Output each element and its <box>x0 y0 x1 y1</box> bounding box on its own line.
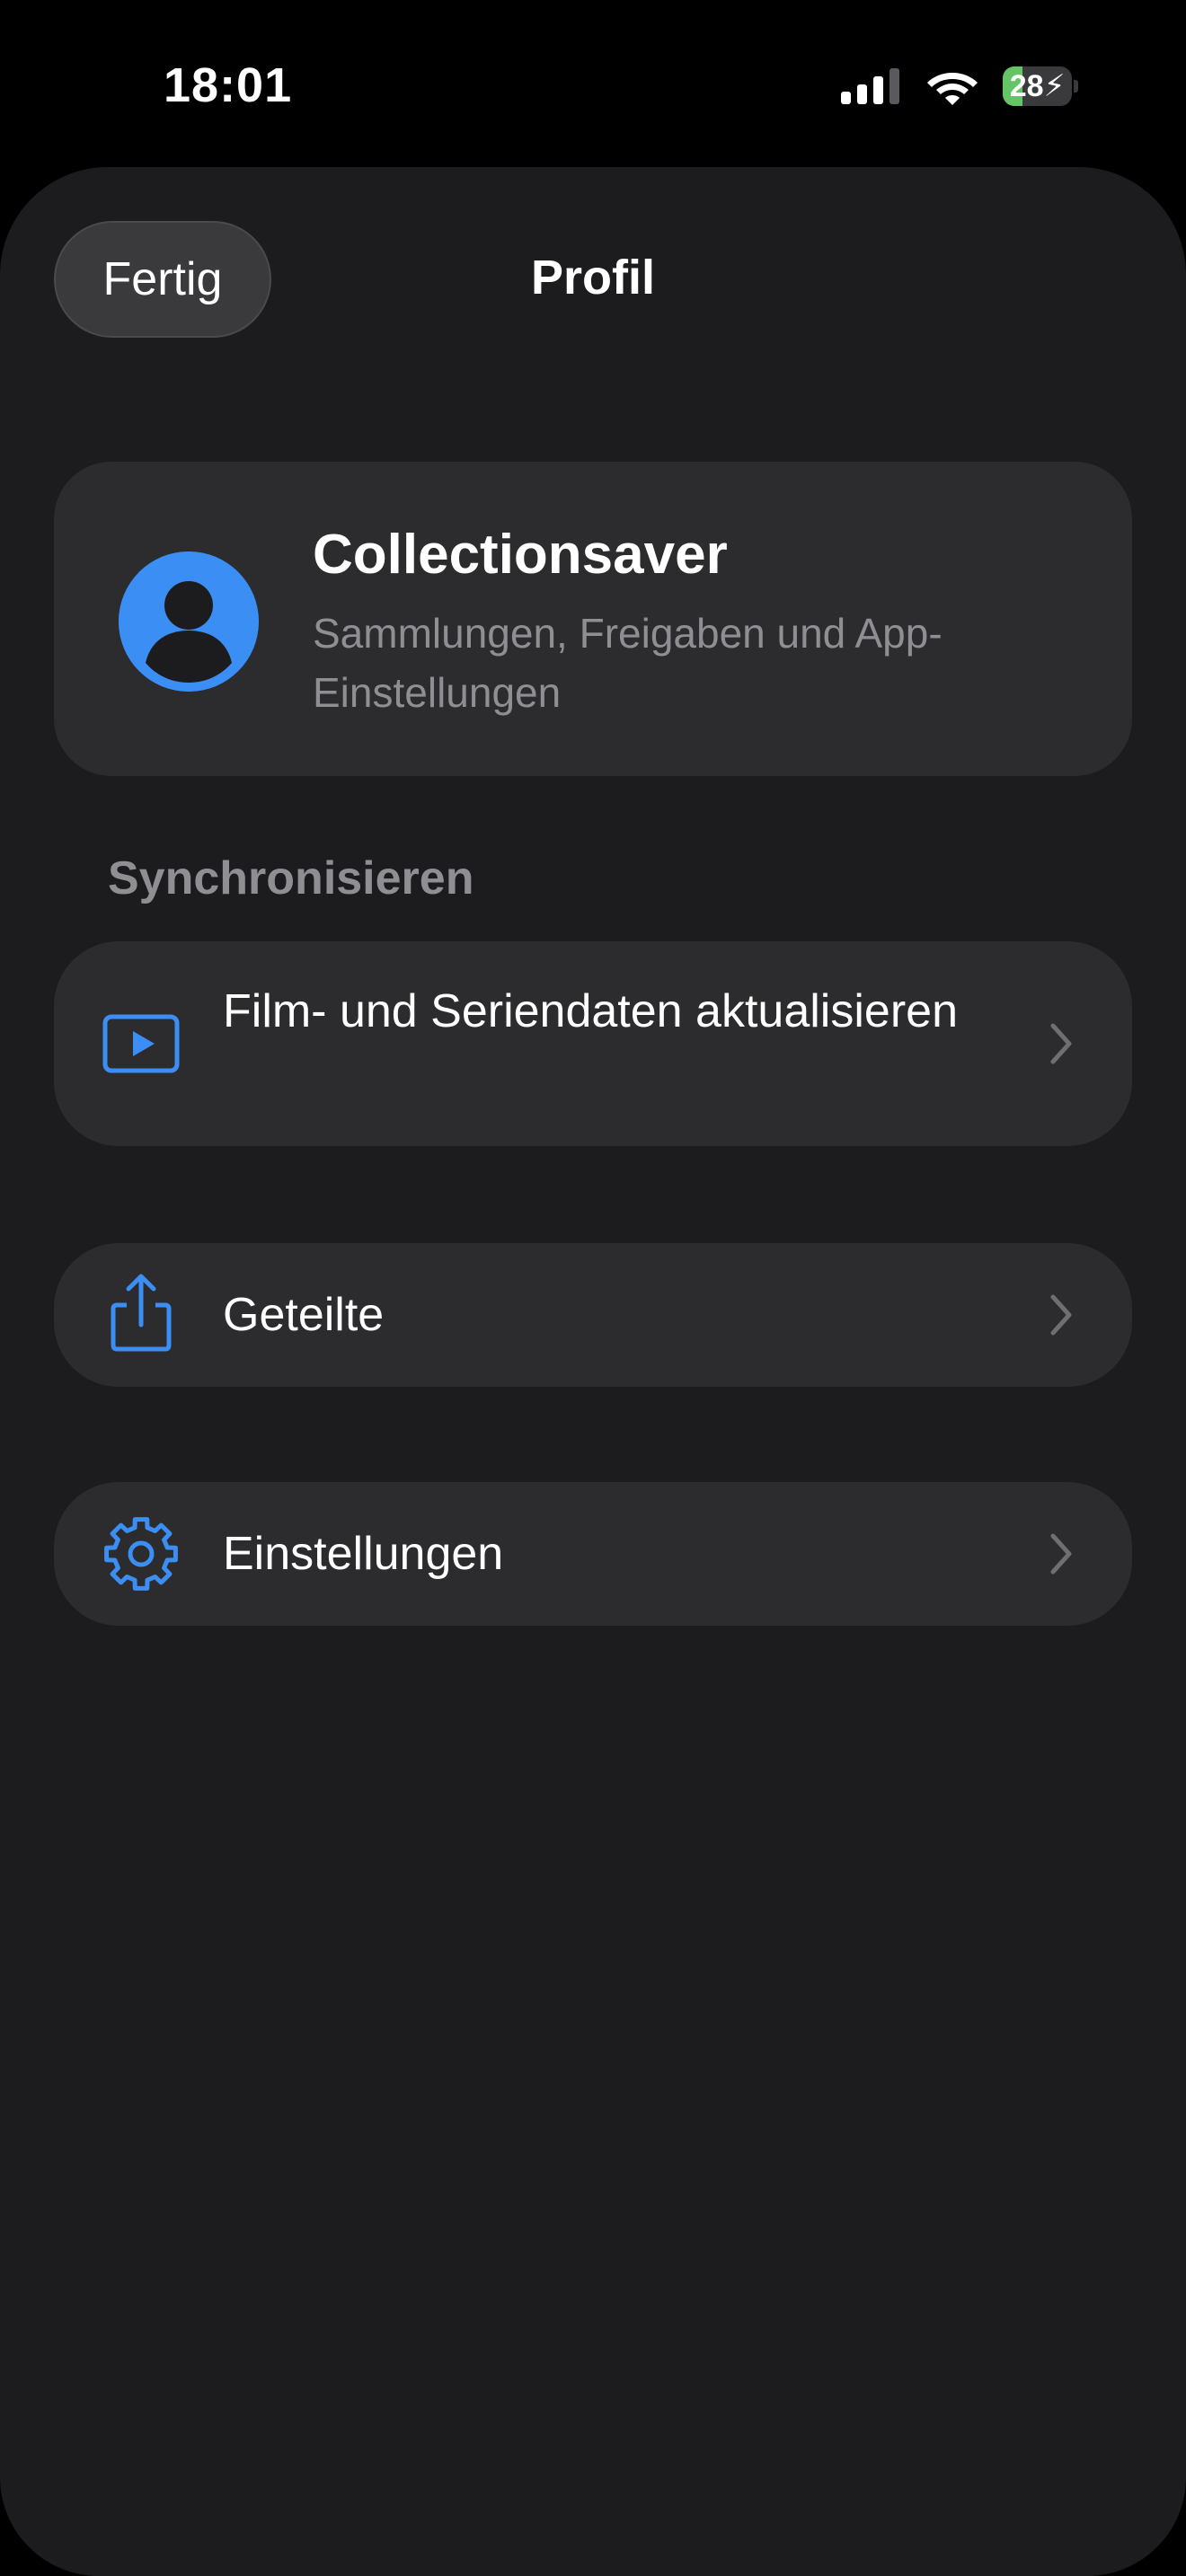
gear-icon <box>104 1517 178 1591</box>
battery-percent: 28 <box>1009 68 1044 103</box>
battery-cap <box>1074 80 1078 93</box>
bolt-icon: ⚡ <box>1043 69 1066 103</box>
shared-row[interactable]: Geteilte <box>54 1243 1132 1387</box>
battery-charging-icon: 28 ⚡ <box>1003 66 1078 106</box>
settings-label: Einstellungen <box>223 1528 504 1580</box>
play-rectangle-icon <box>102 1014 180 1073</box>
chevron-right-icon <box>1050 1023 1072 1064</box>
sync-metadata-label: Film- und Seriendaten aktualisieren <box>223 985 958 1037</box>
profile-subtitle: Sammlungen, Freigaben und App-Einstellun… <box>313 610 943 716</box>
chevron-right-icon <box>1050 1533 1072 1575</box>
profile-name: Collectionsaver <box>313 524 728 586</box>
shared-label: Geteilte <box>223 1289 385 1341</box>
avatar <box>119 551 259 692</box>
cellular-signal-icon <box>841 68 899 104</box>
battery-body: 28 ⚡ <box>1003 66 1073 106</box>
chevron-right-icon <box>1050 1294 1072 1336</box>
settings-row[interactable]: Einstellungen <box>54 1482 1132 1626</box>
share-icon <box>111 1274 172 1352</box>
wifi-icon <box>927 73 978 105</box>
battery-level: 28 ⚡ <box>1003 66 1072 106</box>
person-circle-icon <box>119 551 259 692</box>
profile-card[interactable]: Collectionsaver Sammlungen, Freigaben un… <box>54 462 1132 776</box>
profile-sheet: Fertig Profil Collectionsaver Sammlungen… <box>0 167 1186 2576</box>
screen: 18:01 28 ⚡ Fertig Profil Collectionsaver… <box>0 0 1186 2576</box>
page-title: Profil <box>530 251 655 304</box>
section-header-sync: Synchronisieren <box>108 852 474 904</box>
status-bar: 18:01 28 ⚡ <box>0 0 1186 162</box>
status-icons: 28 ⚡ <box>841 65 1078 108</box>
sync-metadata-row[interactable]: Film- und Seriendaten aktualisieren <box>54 941 1132 1146</box>
status-time: 18:01 <box>164 58 293 112</box>
